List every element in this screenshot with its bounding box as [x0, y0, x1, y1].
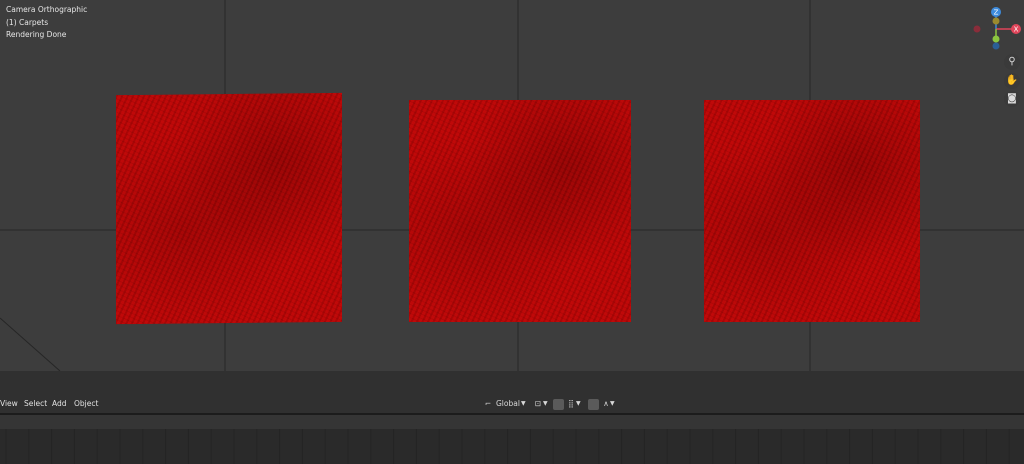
chevron-down-icon[interactable]: ▼ — [543, 398, 548, 410]
snap-toggle-button[interactable] — [553, 399, 564, 410]
hand-pan-icon[interactable]: ✋ — [1004, 73, 1020, 89]
x-axis-label: X — [1014, 26, 1019, 34]
chevron-down-icon[interactable]: ▼ — [576, 398, 581, 410]
timeline-region[interactable] — [0, 415, 1024, 464]
neg-z-axis-handle — [992, 42, 1000, 50]
object-menu[interactable]: Object — [74, 399, 98, 409]
chevron-down-icon[interactable]: ▼ — [521, 398, 526, 410]
render-status-label: Rendering Done — [6, 30, 67, 39]
diagonal-line — [0, 317, 61, 371]
3d-viewport[interactable]: Camera Orthographic (1) Carpets Renderin… — [0, 0, 1024, 371]
add-menu[interactable]: Add — [52, 399, 67, 409]
carpet-object-1[interactable] — [116, 92, 342, 325]
neg-y-axis-handle — [992, 17, 1000, 25]
carpet-object-2[interactable] — [409, 100, 631, 322]
neg-x-axis-handle — [973, 25, 981, 33]
navigation-gizmo[interactable]: Z X — [966, 4, 1024, 56]
proportional-editing-toggle[interactable] — [588, 399, 599, 410]
transform-orientation-icon[interactable]: ⌐ — [483, 398, 493, 410]
carpet-object-3[interactable] — [704, 100, 920, 322]
timeline-header — [0, 415, 1024, 429]
pivot-point-icon[interactable]: ⊡ — [533, 398, 543, 410]
y-axis-handle — [992, 35, 1000, 43]
select-menu[interactable]: Select — [24, 399, 47, 409]
blender-window: Camera Orthographic (1) Carpets Renderin… — [0, 0, 1024, 464]
snap-grid-icon[interactable]: ⣿ — [566, 398, 576, 410]
transform-orientation-dropdown[interactable]: Global — [496, 398, 520, 410]
timeline-ticks — [5, 429, 1010, 464]
view-mode-label: Camera Orthographic — [6, 5, 88, 14]
zoom-icon[interactable]: ⚲ — [1004, 54, 1020, 70]
view-menu[interactable]: View — [0, 399, 18, 409]
viewport-header: View Select Add Object ⌐ Global ▼ ⊡ ▼ ⣿ … — [0, 371, 1024, 413]
camera-icon[interactable]: ◙ — [1004, 91, 1020, 107]
chevron-down-icon[interactable]: ▼ — [610, 398, 615, 410]
z-axis-label: Z — [994, 9, 999, 17]
